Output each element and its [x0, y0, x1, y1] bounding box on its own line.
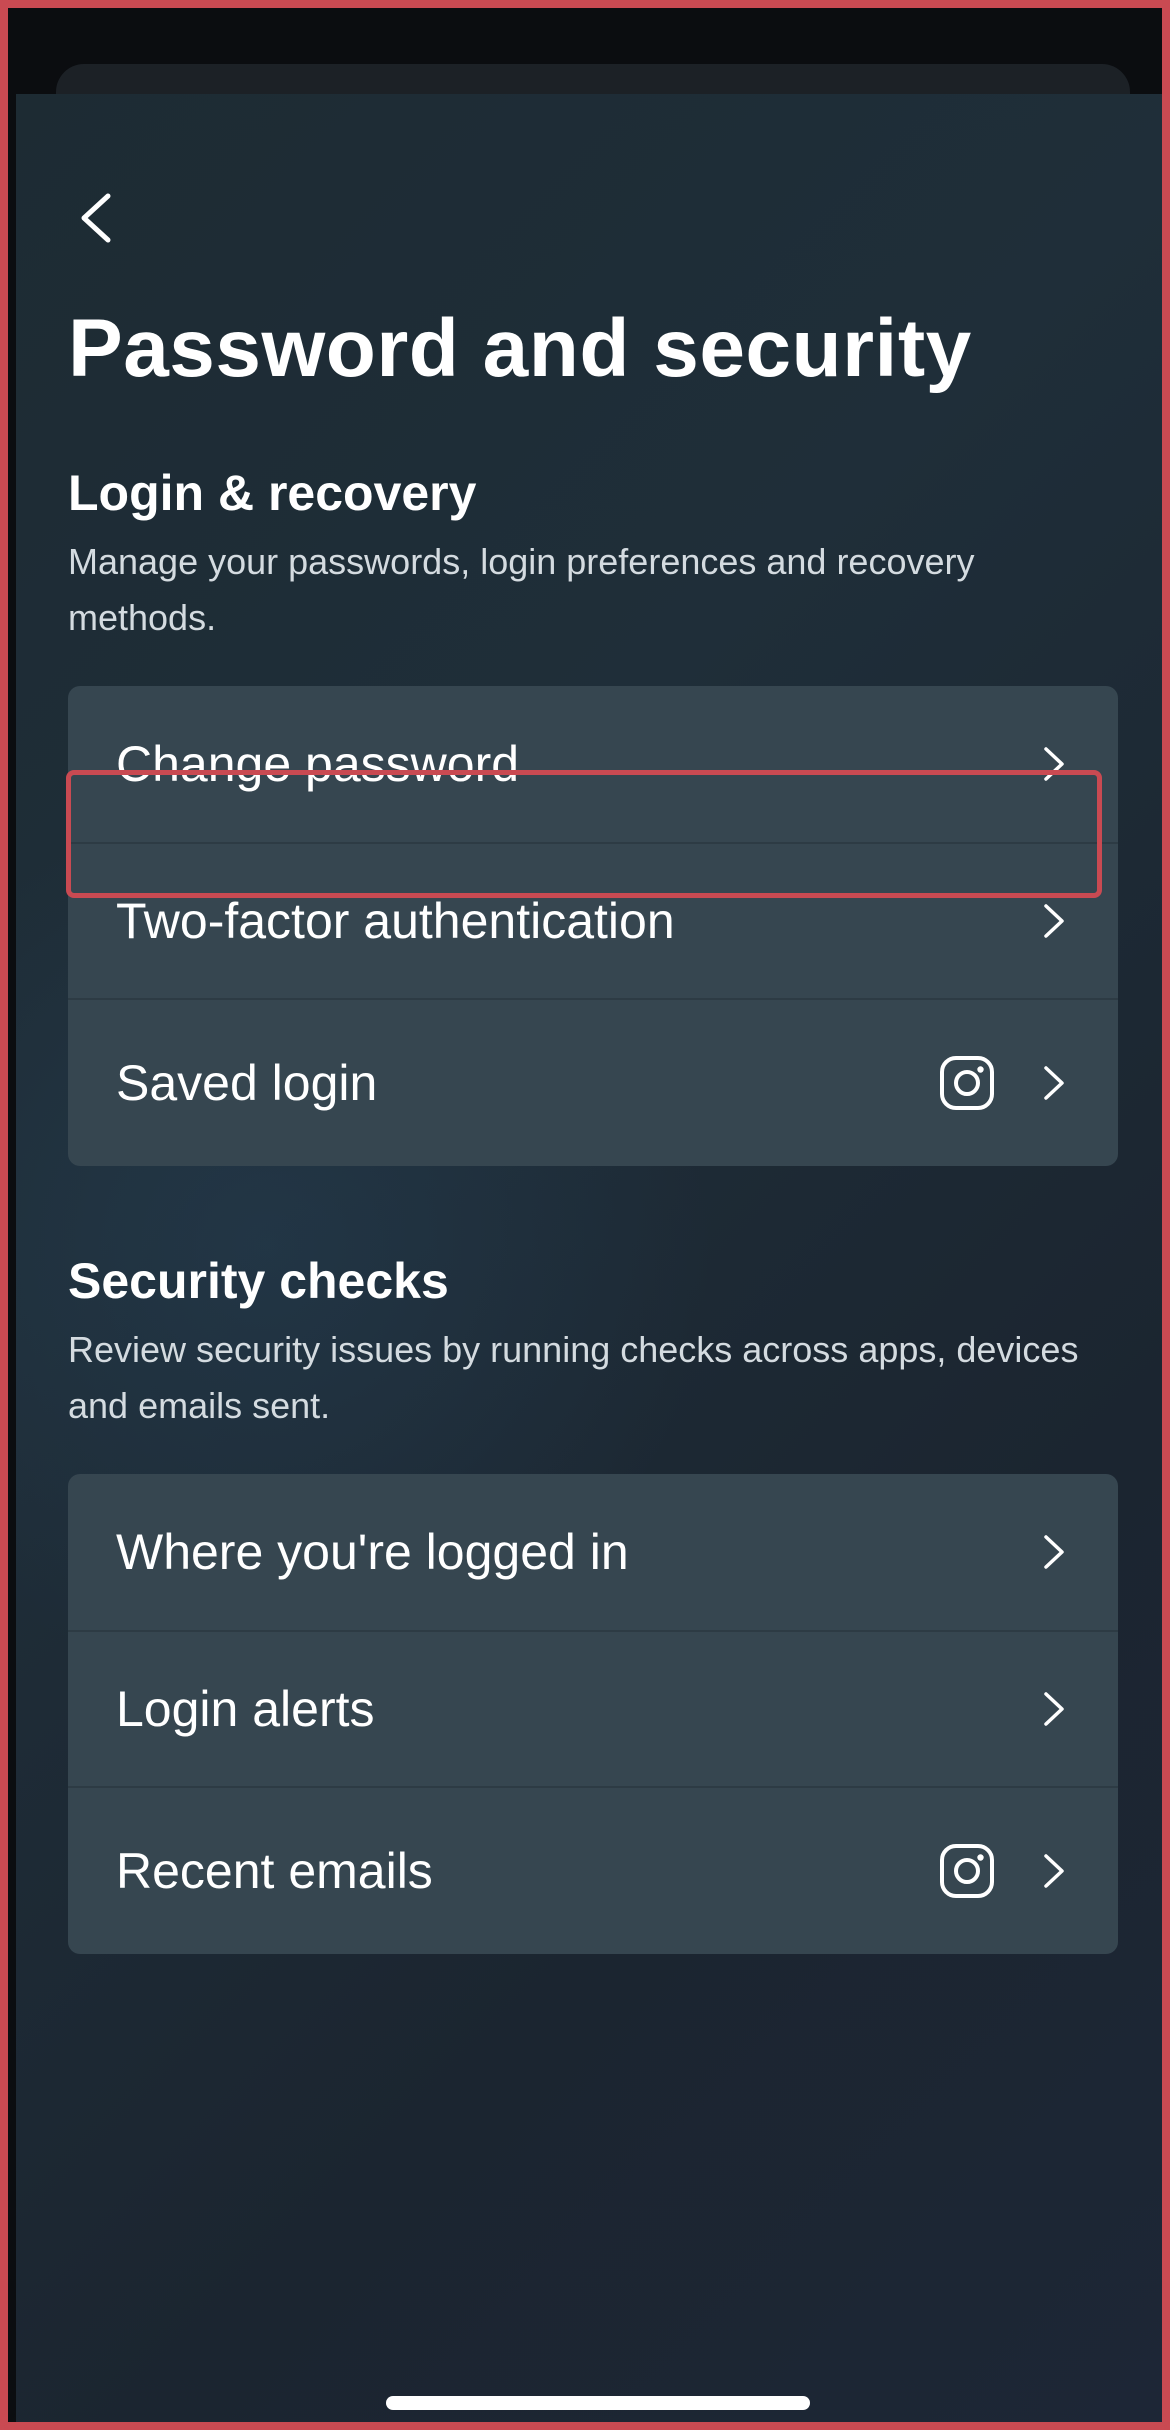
section-title-login-recovery: Login & recovery [68, 465, 477, 521]
item-label: Login alerts [116, 1681, 375, 1737]
chevron-right-icon [1038, 1851, 1070, 1891]
instagram-icon [938, 1842, 996, 1900]
page-title: Password and security [68, 303, 972, 394]
login-alerts-item[interactable]: Login alerts [68, 1630, 1118, 1786]
chevron-right-icon [1038, 744, 1070, 784]
item-label: Where you're logged in [116, 1524, 629, 1580]
two-factor-authentication-item[interactable]: Two-factor authentication [68, 842, 1118, 998]
item-label: Saved login [116, 1055, 378, 1111]
chevron-right-icon [1038, 1532, 1070, 1572]
item-label: Change password [116, 736, 520, 792]
item-label: Recent emails [116, 1843, 433, 1899]
home-indicator[interactable] [386, 2396, 810, 2410]
login-recovery-card: Change password Two-factor authenticatio… [68, 686, 1118, 1166]
instagram-icon [938, 1054, 996, 1112]
chevron-right-icon [1038, 901, 1070, 941]
where-youre-logged-in-item[interactable]: Where you're logged in [68, 1474, 1118, 1630]
change-password-item[interactable]: Change password [68, 686, 1118, 842]
section-title-security-checks: Security checks [68, 1253, 449, 1309]
back-button[interactable] [66, 190, 126, 250]
saved-login-item[interactable]: Saved login [68, 998, 1118, 1166]
settings-screen: Password and security Login & recovery M… [16, 94, 1162, 2422]
security-checks-card: Where you're logged in Login alerts Rece… [68, 1474, 1118, 1954]
chevron-left-icon [76, 190, 116, 251]
section-description-login-recovery: Manage your passwords, login preferences… [68, 541, 975, 638]
section-description-security-checks: Review security issues by running checks… [68, 1329, 1079, 1426]
chevron-right-icon [1038, 1063, 1070, 1103]
recent-emails-item[interactable]: Recent emails [68, 1786, 1118, 1954]
device-frame: Password and security Login & recovery M… [0, 0, 1170, 2430]
chevron-right-icon [1038, 1689, 1070, 1729]
item-label: Two-factor authentication [116, 893, 675, 949]
